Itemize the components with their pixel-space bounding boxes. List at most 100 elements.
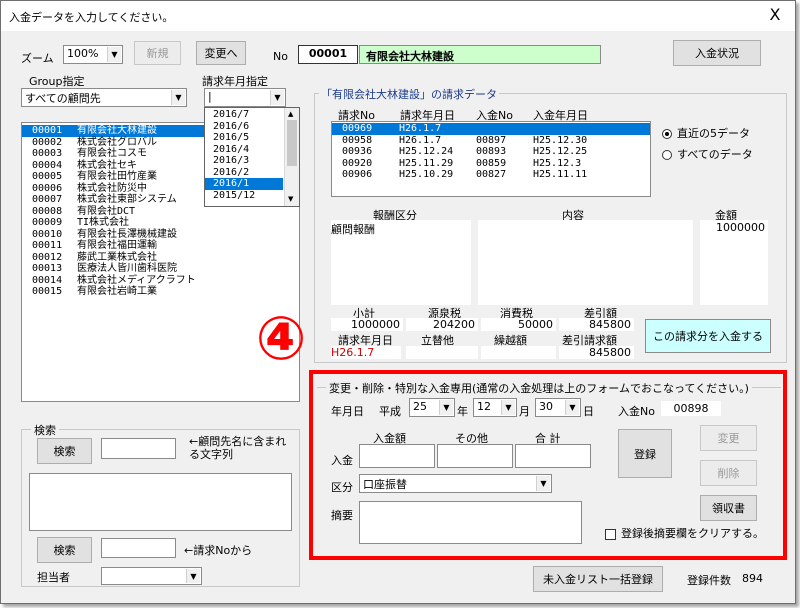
total-amount-input[interactable]: [515, 444, 591, 468]
invoice-cell-pay-date: H25.12.3: [533, 157, 582, 169]
client-name: 株式会社メディアクラフト: [77, 274, 196, 286]
invoice-cell-pay-no: 00859: [476, 157, 507, 169]
type-label: 区分: [331, 481, 353, 494]
search-invoice-button[interactable]: 検索: [37, 537, 92, 563]
source-tax-value: 204200: [406, 318, 478, 331]
client-list-item[interactable]: 00011 有限会社福田運輸: [22, 240, 299, 252]
client-list-item[interactable]: 00014 株式会社メディアクラフト: [22, 275, 299, 287]
search-name-input[interactable]: [101, 438, 176, 459]
register-button[interactable]: 登録: [618, 429, 672, 478]
scroll-thumb[interactable]: [287, 120, 297, 166]
search-name-button[interactable]: 検索: [37, 438, 92, 464]
deposit-amount-input[interactable]: [359, 444, 435, 468]
client-name: 藤武工業株式会社: [77, 251, 157, 263]
invoice-cell-no: 00958: [342, 134, 373, 146]
billing-month-option[interactable]: 2016/5: [205, 132, 283, 144]
invoice-row[interactable]: 00906 H25.10.29 00827 H25.11.11: [332, 169, 650, 181]
delete-button[interactable]: 削除: [700, 460, 757, 486]
type-select[interactable]: 口座振替 ▼: [359, 474, 552, 493]
bulk-register-button[interactable]: 未入金リスト一括登録: [533, 566, 663, 592]
new-button[interactable]: 新規: [134, 41, 181, 65]
billing-month-option[interactable]: 2016/2: [205, 167, 283, 179]
scroll-up-icon[interactable]: ▲: [288, 110, 293, 118]
chevron-down-icon: ▼: [107, 47, 121, 62]
client-list-item[interactable]: 00010 有限会社長澤機械建設: [22, 229, 299, 241]
search-invoice-input[interactable]: [101, 538, 176, 558]
month-select[interactable]: 12 ▼: [473, 398, 517, 417]
search-group-title: 検索: [31, 422, 59, 438]
payment-entry-window: 入金データを入力してください。 X ズーム 100% ▼ 新規 変更へ No 0…: [0, 0, 796, 604]
group-label: Group指定: [29, 75, 85, 88]
group-select[interactable]: すべての顧問先 ▼: [21, 88, 187, 107]
client-list-item[interactable]: 00015 有限会社岩崎工業: [22, 286, 299, 298]
other-amount-input[interactable]: [437, 444, 513, 468]
chevron-down-icon: ▼: [171, 90, 185, 105]
type-value: 口座振替: [363, 478, 407, 491]
invoice-row[interactable]: 00969 H26.1.7: [332, 123, 650, 135]
deposit-label: 入金: [331, 454, 353, 467]
pay-no-value: 00898: [661, 401, 721, 416]
zoom-select[interactable]: 100% ▼: [63, 45, 123, 64]
chevron-down-icon: ▼: [439, 400, 453, 415]
edit-button[interactable]: 変更: [700, 425, 757, 451]
invoice-row[interactable]: 00958 H26.1.7 00897 H25.12.30: [332, 135, 650, 147]
client-list-item[interactable]: 00013 医療法人皆川歯科医院: [22, 263, 299, 275]
zoom-value: 100%: [67, 47, 99, 60]
advance-value: [406, 346, 478, 359]
client-name: 医療法人皆川歯科医院: [77, 263, 177, 274]
billing-month-option[interactable]: 2016/1: [205, 178, 283, 190]
pay-no-label: 入金No: [618, 405, 655, 418]
billing-month-option[interactable]: 2016/3: [205, 155, 283, 167]
month-unit: 月: [519, 405, 530, 418]
billing-month-option[interactable]: 2015/12: [205, 190, 283, 202]
client-name: 有限会社岩崎工業: [77, 286, 157, 297]
person-select[interactable]: ▼: [101, 567, 202, 585]
receipt-button[interactable]: 領収書: [700, 495, 757, 521]
checkbox-icon: [605, 528, 616, 540]
clear-memo-label: 登録後摘要欄をクリアする。: [621, 527, 764, 540]
person-label: 担当者: [37, 571, 70, 584]
billing-month-label: 請求年月指定: [202, 75, 268, 88]
step-4-marker: ④: [255, 304, 307, 374]
day-unit: 日: [583, 405, 594, 418]
billing-month-option[interactable]: 2016/4: [205, 144, 283, 156]
memo-input[interactable]: [359, 501, 582, 544]
clear-memo-checkbox[interactable]: 登録後摘要欄をクリアする。: [605, 525, 764, 541]
invoice-cell-pay-date: H25.12.25: [533, 146, 588, 157]
radio-all[interactable]: すべてのデータ: [662, 146, 753, 162]
client-list-item[interactable]: 00009 TI株式会社: [22, 217, 299, 229]
register-count-label: 登録件数: [687, 574, 731, 587]
radio-all-label: すべてのデータ: [677, 148, 753, 161]
day-select[interactable]: 30 ▼: [535, 398, 581, 417]
billing-month-dropdown[interactable]: 2016/7 2016/6 2016/5 2016/4 2016/3 2016/2 2016…: [204, 107, 300, 207]
close-icon[interactable]: X: [765, 5, 785, 24]
pay-this-invoice-button[interactable]: この請求分を入金する: [645, 319, 771, 353]
payment-status-button[interactable]: 入金状況: [673, 40, 761, 66]
radio-on-icon: [662, 129, 672, 139]
billing-month-option[interactable]: 2016/7: [205, 109, 283, 121]
invoice-cell-pay-no: 00827: [476, 169, 507, 180]
invoice-cell-pay-date: H25.12.30: [533, 134, 588, 146]
client-name: 株式会社防災中: [77, 182, 147, 194]
radio-recent[interactable]: 直近の5データ: [662, 125, 750, 141]
year-value: 25: [413, 400, 427, 413]
client-name: TI株式会社: [77, 217, 130, 228]
billing-month-select[interactable]: | ▼: [204, 88, 286, 107]
scroll-down-icon[interactable]: ▼: [288, 195, 293, 203]
invoice-list[interactable]: 00969 H26.1.7 00958 H26.1.7 00897 H25.12.30 00…: [331, 121, 651, 197]
client-list-item[interactable]: 00012 藤武工業株式会社: [22, 252, 299, 264]
invoice-cell-date: H25.11.29: [399, 157, 454, 169]
search-results-box[interactable]: [29, 473, 292, 531]
billing-month-option[interactable]: 2016/6: [205, 121, 283, 133]
invoice-cell-date: H25.12.24: [399, 146, 454, 157]
client-list-item[interactable]: 00008 有限会社DCT: [22, 206, 299, 218]
invoice-row[interactable]: 00936 H25.12.24 00893 H25.12.25: [332, 146, 650, 158]
amount-value: 1000000: [716, 221, 765, 234]
client-code: 00005: [32, 171, 63, 182]
year-select[interactable]: 25 ▼: [409, 398, 455, 417]
invoice-row[interactable]: 00920 H25.11.29 00859 H25.12.3: [332, 158, 650, 170]
invoice-cell-pay-no: 00893: [476, 146, 507, 157]
change-button[interactable]: 変更へ: [196, 41, 246, 65]
client-name: 株式会社グロバル: [77, 136, 157, 148]
dropdown-scrollbar[interactable]: ▲ ▼: [284, 108, 299, 206]
